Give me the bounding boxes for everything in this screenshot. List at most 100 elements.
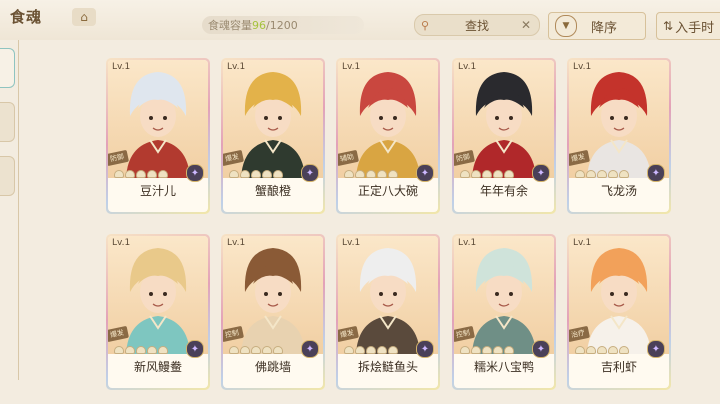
card-inner: Lv.1 控制 ✦ 佛跳墙 <box>223 236 323 388</box>
card-inner: Lv.1 治疗 ✦ 吉利虾 <box>569 236 669 388</box>
card-name: 拆烩鲢鱼头 <box>357 360 418 374</box>
search-label: 查找 <box>464 18 489 33</box>
star-icon <box>240 170 250 178</box>
star-icon <box>504 346 514 354</box>
star-rating <box>114 346 168 354</box>
star-icon <box>262 346 272 354</box>
card-name: 年年有余 <box>479 184 528 198</box>
home-icon[interactable]: ⌂ <box>72 8 96 26</box>
star-icon <box>471 170 481 178</box>
capacity-current: 96 <box>252 18 266 32</box>
star-icon <box>344 170 354 178</box>
card-level: Lv.1 <box>458 238 477 248</box>
card-inner: Lv.1 爆发 ✦ 飞龙汤 <box>569 60 669 212</box>
star-icon <box>240 346 250 354</box>
character-card[interactable]: Lv.1 防御 ✦ 年年有余 <box>452 58 556 214</box>
portrait-eye <box>379 292 383 296</box>
star-icon <box>366 346 376 354</box>
star-icon <box>493 346 503 354</box>
portrait-eye <box>149 116 153 120</box>
star-icon <box>482 170 492 178</box>
star-icon <box>471 346 481 354</box>
character-card[interactable]: Lv.1 爆发 ✦ 新风鳗鲞 <box>106 234 210 390</box>
character-card[interactable]: Lv.1 爆发 ✦ 飞龙汤 <box>567 58 671 214</box>
star-icon <box>377 170 387 178</box>
card-level: Lv.1 <box>227 238 246 248</box>
star-icon <box>504 170 514 178</box>
portrait-eye <box>610 292 614 296</box>
card-name: 吉利虾 <box>600 360 637 374</box>
star-icon <box>482 346 492 354</box>
star-icon <box>355 346 365 354</box>
star-icon <box>147 170 157 178</box>
star-icon <box>251 346 261 354</box>
character-card[interactable]: Lv.1 控制 ✦ 佛跳墙 <box>221 234 325 390</box>
sort-by-acquired-button[interactable]: ⇅ 入手时 <box>656 12 720 40</box>
character-card[interactable]: Lv.1 治疗 ✦ 吉利虾 <box>567 234 671 390</box>
character-card[interactable]: Lv.1 控制 ✦ 糯米八宝鸭 <box>452 234 556 390</box>
star-icon <box>619 170 629 178</box>
element-icon: ✦ <box>301 164 319 182</box>
sidebar-divider <box>18 40 19 380</box>
star-icon <box>460 346 470 354</box>
character-card[interactable]: Lv.1 防御 ✦ 豆汁儿 <box>106 58 210 214</box>
star-icon <box>125 170 135 178</box>
card-level: Lv.1 <box>573 62 592 72</box>
star-icon <box>575 346 585 354</box>
character-card[interactable]: Lv.1 爆发 ✦ 拆烩鲢鱼头 <box>336 234 440 390</box>
card-level: Lv.1 <box>342 62 361 72</box>
element-icon: ✦ <box>301 340 319 358</box>
portrait-eye <box>163 116 167 120</box>
star-icon <box>262 170 272 178</box>
card-inner: Lv.1 防御 ✦ 年年有余 <box>454 60 554 212</box>
star-icon <box>136 170 146 178</box>
portrait-eye <box>624 116 628 120</box>
portrait-eye <box>278 116 282 120</box>
star-rating <box>460 346 514 354</box>
star-icon <box>147 346 157 354</box>
star-icon <box>273 346 283 354</box>
sort-by-label: 入手时 <box>675 20 715 36</box>
sidebar-tab-1[interactable] <box>0 48 15 88</box>
close-icon[interactable]: ✕ <box>521 18 531 32</box>
top-bar: 食魂 ⌂ 食魂容量 96 /1200 ⚲ 查找 ✕ ▼ 降序 ⇅ 入手时 <box>0 0 720 40</box>
star-icon <box>114 170 124 178</box>
star-rating <box>229 346 283 354</box>
card-name: 正定八大碗 <box>357 184 418 198</box>
star-icon <box>493 170 503 178</box>
sidebar <box>0 40 20 404</box>
star-icon <box>597 346 607 354</box>
star-icon <box>377 346 387 354</box>
card-level: Lv.1 <box>112 62 131 72</box>
capacity-bar: 食魂容量 96 /1200 <box>202 16 364 34</box>
character-card[interactable]: Lv.1 爆发 ✦ 蟹酿橙 <box>221 58 325 214</box>
element-icon: ✦ <box>647 164 665 182</box>
portrait-eye <box>495 292 499 296</box>
portrait-eye <box>610 116 614 120</box>
sort-order-button[interactable]: ▼ 降序 <box>548 12 646 40</box>
star-rating <box>344 170 398 178</box>
card-level: Lv.1 <box>227 62 246 72</box>
star-icon <box>229 346 239 354</box>
sidebar-tab-3[interactable] <box>0 156 15 196</box>
card-level: Lv.1 <box>573 238 592 248</box>
star-icon <box>597 170 607 178</box>
character-card[interactable]: Lv.1 辅助 ✦ 正定八大碗 <box>336 58 440 214</box>
card-name: 糯米八宝鸭 <box>473 360 534 374</box>
star-icon <box>460 170 470 178</box>
card-name: 飞龙汤 <box>600 184 637 198</box>
star-icon <box>136 346 146 354</box>
star-icon <box>586 346 596 354</box>
search-button[interactable]: ⚲ 查找 ✕ <box>414 14 540 36</box>
star-rating <box>460 170 514 178</box>
portrait-eye <box>149 292 153 296</box>
star-icon <box>344 346 354 354</box>
sidebar-tab-2[interactable] <box>0 102 15 142</box>
star-icon <box>355 170 365 178</box>
star-icon <box>229 170 239 178</box>
element-icon: ✦ <box>532 340 550 358</box>
card-inner: Lv.1 辅助 ✦ 正定八大碗 <box>338 60 438 212</box>
page-title: 食魂 <box>10 8 43 26</box>
element-icon: ✦ <box>186 164 204 182</box>
star-icon <box>366 170 376 178</box>
